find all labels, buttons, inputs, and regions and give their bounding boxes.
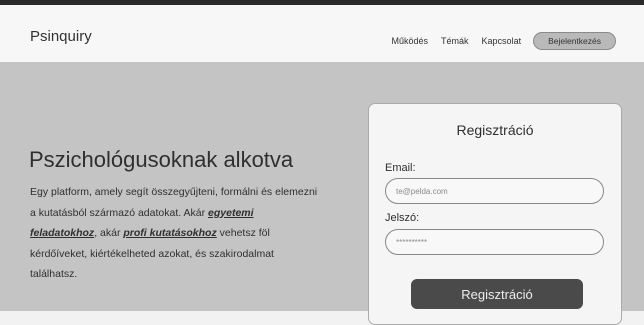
brand-logo[interactable]: Psinquiry — [30, 28, 92, 45]
login-button[interactable]: Bejelentkezés — [533, 32, 616, 50]
register-button[interactable]: Regisztráció — [411, 279, 583, 309]
registration-card: Regisztráció Email: Jelszó: Regisztráció — [368, 103, 622, 325]
hero-text-2: , akár — [94, 227, 124, 239]
email-field[interactable] — [385, 178, 604, 204]
hero-description: Egy platform, amely segít összegyűjteni,… — [30, 182, 320, 285]
hero-title: Pszichológusoknak alkotva — [29, 147, 294, 172]
password-label: Jelszó: — [385, 212, 420, 224]
main-nav: Működés Témák Kapcsolat Bejelentkezés — [379, 32, 616, 50]
nav-link-temak[interactable]: Témák — [441, 36, 469, 46]
link-pro-research[interactable]: profi kutatásokhoz — [123, 227, 216, 239]
password-field[interactable] — [385, 229, 604, 255]
email-label: Email: — [385, 162, 416, 174]
registration-title: Regisztráció — [456, 122, 534, 138]
site-header: Psinquiry Működés Témák Kapcsolat Bejele… — [0, 5, 644, 62]
nav-link-kapcsolat[interactable]: Kapcsolat — [482, 36, 522, 46]
nav-link-mukodes[interactable]: Működés — [392, 36, 429, 46]
hero-text-1: Egy platform, amely segít összegyűjteni,… — [30, 186, 318, 219]
